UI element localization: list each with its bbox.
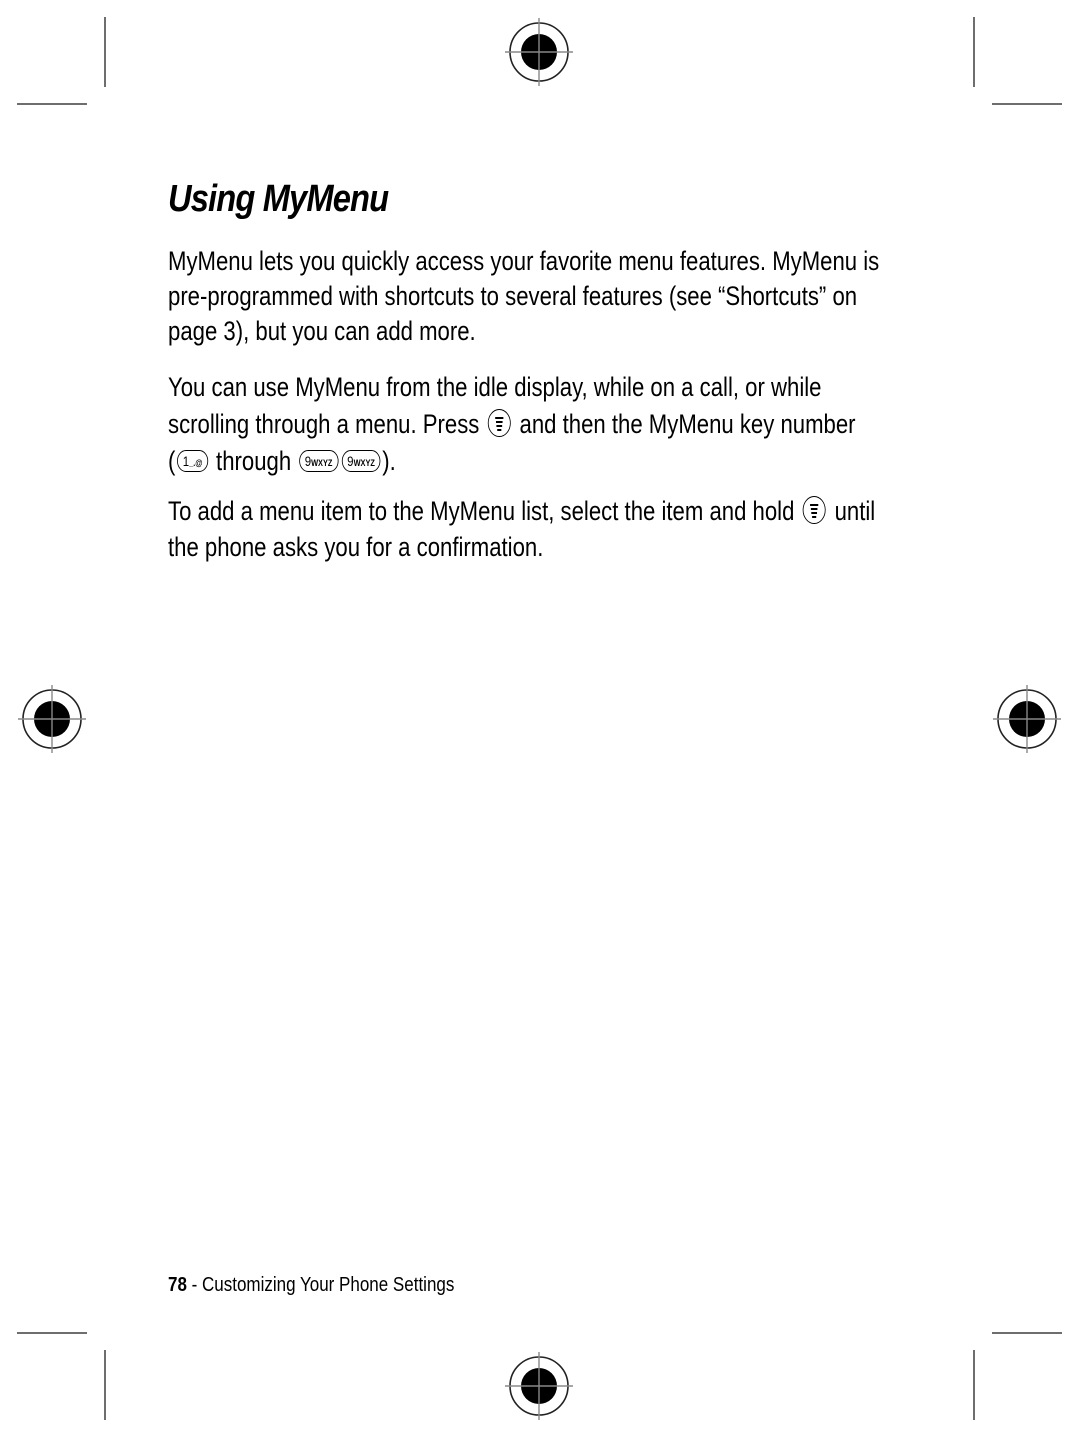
paragraph-line: scrolling through a menu. Press and then… [168, 406, 856, 443]
paragraph-intro: MyMenu lets you quickly access your favo… [168, 244, 879, 349]
footer-separator: - [186, 1274, 203, 1296]
text-fragment: and then the MyMenu key number [519, 409, 856, 439]
paragraph-line: MyMenu lets you quickly access your favo… [168, 246, 880, 276]
paragraph-line: page 3), but you can add more. [168, 316, 476, 346]
paragraph-line: the phone asks you for a confirmation. [168, 532, 544, 562]
text-fragment: through [216, 446, 292, 476]
paragraph-line: To add a menu item to the MyMenu list, s… [168, 493, 875, 529]
registration-mark-left-icon [18, 685, 86, 753]
crop-mark-top-left-horizontal [17, 103, 87, 105]
text-fragment: ). [382, 446, 396, 476]
key-9-icon: 9WXYZ [341, 449, 381, 472]
key-letters: WXYZ [353, 457, 375, 468]
page-number: 78 [168, 1274, 187, 1296]
crop-mark-top-left-vertical [104, 17, 106, 87]
text-fragment: scrolling through a menu. Press [168, 409, 480, 439]
paragraph-line: You can use MyMenu from the idle display… [168, 372, 822, 402]
key-9-icon: 9WXYZ [298, 449, 339, 472]
paragraph-line: (1_.@ through 9WXYZ 9WXYZ). [168, 443, 856, 480]
key-letters: _.@ [189, 457, 203, 468]
registration-mark-top-icon [505, 18, 573, 86]
crop-mark-bottom-right-horizontal [992, 1332, 1062, 1334]
paragraph-line: pre-programmed with shortcuts to several… [168, 281, 858, 311]
text-fragment: ( [168, 446, 176, 476]
crop-mark-top-right-horizontal [992, 103, 1062, 105]
registration-mark-right-icon [993, 685, 1061, 753]
paragraph-usage: You can use MyMenu from the idle display… [168, 369, 856, 480]
page-footer: 78 - Customizing Your Phone Settings [168, 1274, 454, 1297]
crop-mark-bottom-left-horizontal [17, 1332, 87, 1334]
text-fragment: To add a menu item to the MyMenu list, s… [168, 496, 795, 526]
crop-mark-top-right-vertical [973, 17, 975, 87]
registration-mark-bottom-icon [505, 1352, 573, 1420]
key-letters: WXYZ [311, 457, 333, 468]
page-title: Using MyMenu [168, 178, 389, 220]
paragraph-add-item: To add a menu item to the MyMenu list, s… [168, 493, 875, 565]
key-1-icon: 1_.@ [177, 449, 209, 472]
footer-section-title: Customizing Your Phone Settings [202, 1274, 455, 1296]
crop-mark-bottom-left-vertical [104, 1350, 106, 1420]
menu-key-icon [803, 495, 826, 524]
text-fragment: until [834, 496, 876, 526]
menu-key-icon [487, 408, 511, 437]
crop-mark-bottom-right-vertical [973, 1350, 975, 1420]
